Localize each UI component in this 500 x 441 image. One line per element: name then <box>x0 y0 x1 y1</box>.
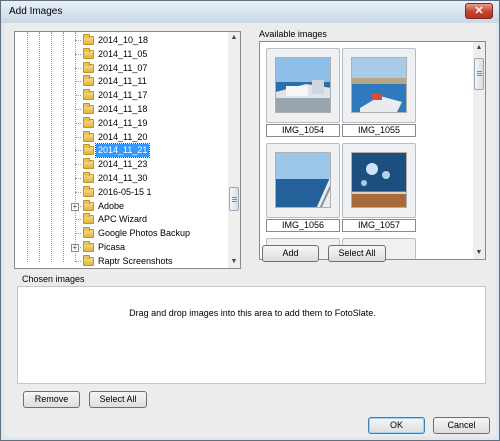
tree-item[interactable]: 2014_11_17 <box>15 89 229 102</box>
image-thumbnail[interactable] <box>266 48 340 123</box>
image-caption: IMG_1055 <box>342 124 416 137</box>
scroll-down-arrow-icon[interactable]: ▼ <box>228 256 240 268</box>
tree-item-label: 2014_11_19 <box>98 117 148 128</box>
folder-icon <box>83 254 94 266</box>
chosen-images-drop-area[interactable]: Drag and drop images into this area to a… <box>17 286 486 384</box>
folder-icon <box>83 34 94 45</box>
tree-item-label: Raptr Screenshots <box>98 255 173 266</box>
tree-item-label: 2014_11_17 <box>98 90 148 101</box>
tree-item-label: 2014_11_11 <box>98 76 147 87</box>
tree-item-label: 2014_11_05 <box>98 48 148 59</box>
scroll-down-arrow-icon[interactable]: ▼ <box>473 247 485 259</box>
tree-item[interactable]: + Adobe <box>15 199 229 213</box>
photo-open-sea <box>275 152 331 208</box>
tree-item[interactable]: 2014_11_05 <box>15 47 229 61</box>
folder-icon <box>83 61 94 73</box>
tree-item-label: 2014_11_07 <box>98 62 148 73</box>
available-images-label: Available images <box>259 29 327 39</box>
tree-item[interactable]: Google Photos Backup <box>15 227 229 240</box>
folder-icon <box>83 116 94 128</box>
cancel-button[interactable]: Cancel <box>433 417 490 434</box>
ok-button[interactable]: OK <box>368 417 425 434</box>
photo-image <box>276 58 330 112</box>
folder-icon <box>83 241 94 252</box>
folder-icon <box>83 47 94 59</box>
tree-item[interactable]: 2014_11_11 <box>15 75 229 88</box>
tree-item[interactable]: + Picasa <box>15 241 229 254</box>
tree-item-label: 2014_11_21 <box>94 143 151 159</box>
tree-item[interactable]: 2014_11_20 <box>15 130 229 144</box>
folder-icon <box>83 89 94 101</box>
scroll-up-arrow-icon[interactable]: ▲ <box>473 42 485 54</box>
folder-icon <box>83 130 94 142</box>
tree-item-label: 2016-05-15 1 <box>98 186 152 197</box>
folder-icon <box>83 227 94 239</box>
close-button[interactable]: ✕ <box>465 3 493 19</box>
image-caption: IMG_1057 <box>342 219 416 232</box>
photo-coastline <box>351 57 407 113</box>
scroll-up-arrow-icon[interactable]: ▲ <box>228 32 240 44</box>
folder-icon <box>83 185 94 197</box>
tree-item-label: Adobe <box>98 200 125 211</box>
chosen-images-label: Chosen images <box>22 274 85 284</box>
expand-icon[interactable]: + <box>71 244 79 252</box>
expand-icon[interactable]: + <box>71 202 79 211</box>
tree-item-label: 2014_10_18 <box>98 35 149 45</box>
tree-item[interactable]: 2014_11_21 <box>15 143 229 159</box>
folder-icon <box>83 75 94 87</box>
tree-item[interactable]: 2014_11_19 <box>15 116 229 130</box>
image-thumbnail[interactable] <box>342 48 416 123</box>
folder-icon <box>83 103 94 114</box>
tree-item-label: 2014_11_23 <box>98 159 148 170</box>
folder-icon <box>83 144 94 156</box>
remove-button[interactable]: Remove <box>23 391 80 408</box>
tree-item[interactable]: APC Wizard <box>15 213 229 226</box>
photo-image <box>276 153 330 207</box>
title-bar[interactable]: Add Images ✕ <box>1 1 499 23</box>
select-all-chosen-button[interactable]: Select All <box>89 391 147 408</box>
folder-icon <box>83 172 94 183</box>
tree-item[interactable]: 2014_11_30 <box>15 172 229 185</box>
tree-item[interactable]: 2014_10_18 <box>15 34 229 47</box>
images-scroll-thumb[interactable] <box>474 58 484 90</box>
image-caption: IMG_1056 <box>266 219 340 232</box>
dialog-body: 2014_10_18 2014_11_05 2014_11_07 2014_11_11… <box>4 23 496 437</box>
window-title: Add Images <box>9 6 63 17</box>
image-thumbnail[interactable] <box>342 143 416 218</box>
tree-item-label: 2014_11_18 <box>98 104 148 114</box>
tree-item-label: 2014_11_20 <box>98 131 148 142</box>
folder-icon <box>83 158 94 170</box>
tree-item[interactable]: 2014_11_18 <box>15 103 229 116</box>
tree-item-label: Google Photos Backup <box>98 228 191 239</box>
photo-boat-deck <box>275 57 331 113</box>
tree-scroll-thumb[interactable] <box>229 187 239 211</box>
select-all-available-button[interactable]: Select All <box>328 245 386 262</box>
tree-vertical-scrollbar[interactable]: ▲ ▼ <box>228 32 240 268</box>
folder-tree[interactable]: 2014_10_18 2014_11_05 2014_11_07 2014_11_11… <box>14 31 241 269</box>
add-button[interactable]: Add <box>262 245 319 262</box>
tree-item[interactable]: 2014_11_07 <box>15 61 229 75</box>
available-images-grid[interactable]: IMG_1054 IMG_1055 IMG_1056 IMG_1057 ▲ ▼ <box>259 41 486 260</box>
drop-hint: Drag and drop images into this area to a… <box>129 308 376 318</box>
tree-item[interactable]: Raptr Screenshots <box>15 254 229 268</box>
folder-icon <box>83 213 94 225</box>
tree-item[interactable]: 2014_11_23 <box>15 158 229 171</box>
photo-image <box>352 58 406 112</box>
photo-image <box>352 153 406 207</box>
close-icon: ✕ <box>474 5 484 17</box>
photo-wake <box>351 152 407 208</box>
image-thumbnail[interactable] <box>266 143 340 218</box>
tree-item-label: APC Wizard <box>98 214 148 225</box>
tree-item[interactable]: 2016-05-15 1 <box>15 185 229 199</box>
image-caption: IMG_1054 <box>266 124 340 137</box>
tree-item-label: Picasa <box>98 242 126 252</box>
folder-icon <box>83 199 94 211</box>
add-images-dialog: Add Images ✕ 2014_10_18 2014_11_05 2014_11… <box>0 0 500 441</box>
tree-item-label: 2014_11_30 <box>98 173 148 183</box>
images-vertical-scrollbar[interactable]: ▲ ▼ <box>473 42 485 259</box>
